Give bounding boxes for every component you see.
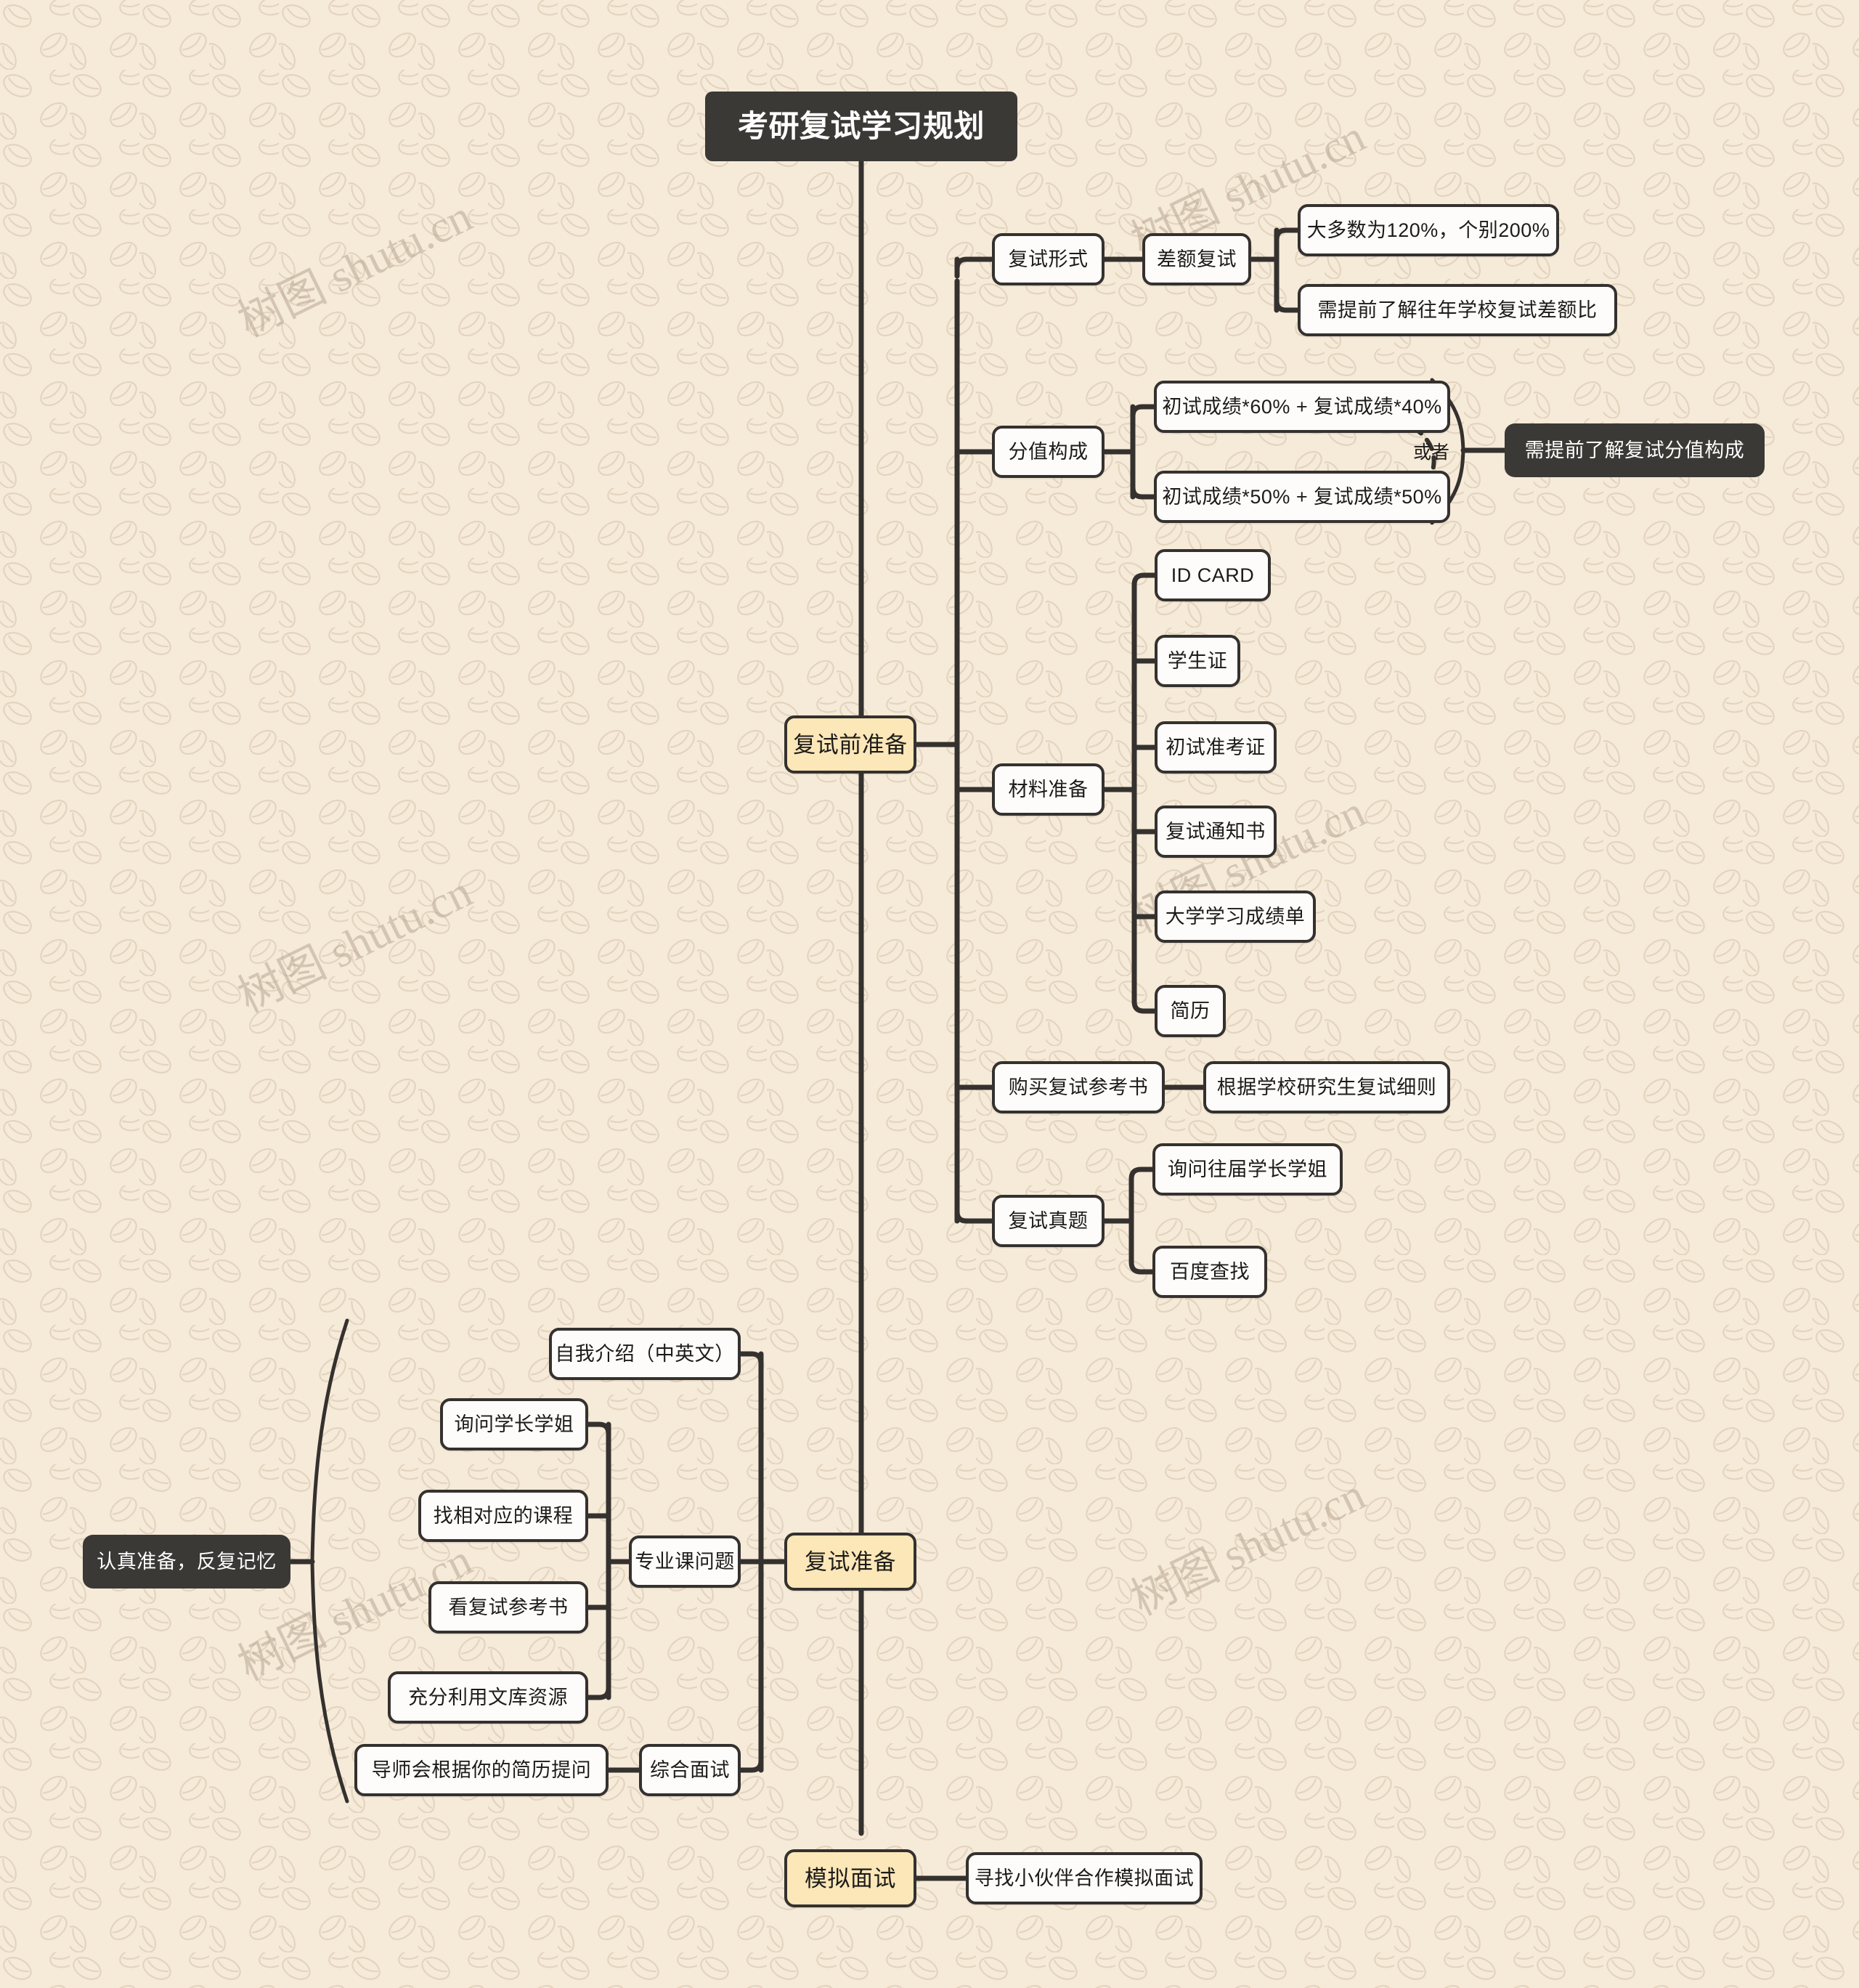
node-label: 大学学习成绩单 xyxy=(1165,905,1306,928)
node-ask-seniors-major[interactable]: 询问学长学姐 xyxy=(440,1398,588,1451)
node-score-60-40[interactable]: 初试成绩*60% + 复试成绩*40% xyxy=(1154,381,1450,433)
node-find-courses[interactable]: 找相对应的课程 xyxy=(418,1490,588,1542)
node-label: 认真准备，反复记忆 xyxy=(97,1550,277,1573)
node-advisor-asks-resume[interactable]: 导师会根据你的简历提问 xyxy=(354,1744,609,1796)
node-comprehensive-interview[interactable]: 综合面试 xyxy=(639,1744,741,1796)
node-exam-format[interactable]: 复试形式 xyxy=(992,233,1105,285)
node-label: 需提前了解往年学校复试差额比 xyxy=(1317,299,1598,321)
node-label: 专业课问题 xyxy=(635,1550,735,1573)
node-label: 分值构成 xyxy=(1008,440,1089,463)
node-prep-summary[interactable]: 认真准备，反复记忆 xyxy=(83,1535,290,1589)
node-major-questions[interactable]: 专业课问题 xyxy=(629,1535,741,1588)
node-label: 复试通知书 xyxy=(1166,820,1266,843)
branch-node-prep[interactable]: 复试准备 xyxy=(784,1533,916,1591)
node-use-library-resources[interactable]: 充分利用文库资源 xyxy=(388,1671,588,1724)
node-material-admission-ticket[interactable]: 初试准考证 xyxy=(1155,721,1277,774)
node-label: 自我介绍（中英文） xyxy=(555,1342,735,1365)
node-label: ID CARD xyxy=(1171,564,1255,586)
node-label: 找相对应的课程 xyxy=(433,1504,574,1527)
relation-label-or: 或者 xyxy=(1413,442,1450,463)
node-score-summary[interactable]: 需提前了解复试分值构成 xyxy=(1505,423,1765,477)
node-label: 询问往届学长学姐 xyxy=(1168,1158,1327,1180)
node-diff-ratio-common[interactable]: 大多数为120%，个别200% xyxy=(1298,204,1559,256)
node-label: 学生证 xyxy=(1167,649,1228,672)
node-buy-reference-books[interactable]: 购买复试参考书 xyxy=(992,1061,1165,1113)
node-label: 初试成绩*60% + 复试成绩*40% xyxy=(1162,395,1442,418)
branch-node-mock-interview[interactable]: 模拟面试 xyxy=(784,1849,916,1907)
node-label: 寻找小伙伴合作模拟面试 xyxy=(974,1867,1195,1889)
node-label: 百度查找 xyxy=(1170,1260,1250,1283)
node-material-notice[interactable]: 复试通知书 xyxy=(1155,806,1277,858)
node-label: 材料准备 xyxy=(1008,778,1089,800)
node-label: 询问学长学姐 xyxy=(454,1413,574,1435)
node-label: 初试成绩*50% + 复试成绩*50% xyxy=(1162,485,1442,508)
node-baidu-search[interactable]: 百度查找 xyxy=(1152,1246,1267,1298)
branch-label: 复试前准备 xyxy=(793,731,908,758)
node-differential-exam[interactable]: 差额复试 xyxy=(1142,233,1251,285)
node-school-exam-rules[interactable]: 根据学校研究生复试细则 xyxy=(1203,1061,1450,1113)
branch-label: 复试准备 xyxy=(805,1549,896,1575)
branch-node-pre-exam[interactable]: 复试前准备 xyxy=(784,715,916,774)
root-label: 考研复试学习规划 xyxy=(737,109,985,143)
node-label: 简历 xyxy=(1170,999,1211,1022)
node-label: 差额复试 xyxy=(1157,248,1237,270)
node-label: 大多数为120%，个别200% xyxy=(1306,219,1550,241)
node-self-introduction[interactable]: 自我介绍（中英文） xyxy=(549,1328,741,1380)
node-find-partner-mock[interactable]: 寻找小伙伴合作模拟面试 xyxy=(966,1852,1203,1904)
node-label: 初试准考证 xyxy=(1166,736,1266,758)
node-diff-ratio-research[interactable]: 需提前了解往年学校复试差额比 xyxy=(1298,284,1617,336)
node-score-composition[interactable]: 分值构成 xyxy=(992,426,1105,478)
node-label: 购买复试参考书 xyxy=(1008,1076,1149,1098)
node-label: 根据学校研究生复试细则 xyxy=(1216,1076,1437,1098)
node-label: 看复试参考书 xyxy=(448,1596,569,1618)
node-label: 复试形式 xyxy=(1008,248,1089,270)
node-read-reference-books[interactable]: 看复试参考书 xyxy=(428,1581,588,1634)
node-label: 综合面试 xyxy=(650,1758,730,1781)
node-material-transcript[interactable]: 大学学习成绩单 xyxy=(1155,890,1316,943)
node-score-50-50[interactable]: 初试成绩*50% + 复试成绩*50% xyxy=(1154,471,1450,523)
node-material-prep[interactable]: 材料准备 xyxy=(992,763,1105,816)
node-label: 导师会根据你的简历提问 xyxy=(371,1758,592,1781)
node-label: 需提前了解复试分值构成 xyxy=(1524,439,1745,461)
branch-label: 模拟面试 xyxy=(805,1865,896,1891)
node-material-resume[interactable]: 简历 xyxy=(1155,985,1226,1037)
root-node[interactable]: 考研复试学习规划 xyxy=(705,92,1017,161)
node-material-id-card[interactable]: ID CARD xyxy=(1155,549,1271,601)
node-material-student-id[interactable]: 学生证 xyxy=(1155,635,1240,687)
node-label: 复试真题 xyxy=(1008,1209,1089,1232)
node-ask-seniors[interactable]: 询问往届学长学姐 xyxy=(1152,1143,1343,1196)
node-past-exam-papers[interactable]: 复试真题 xyxy=(992,1195,1105,1247)
node-label: 充分利用文库资源 xyxy=(408,1686,568,1708)
